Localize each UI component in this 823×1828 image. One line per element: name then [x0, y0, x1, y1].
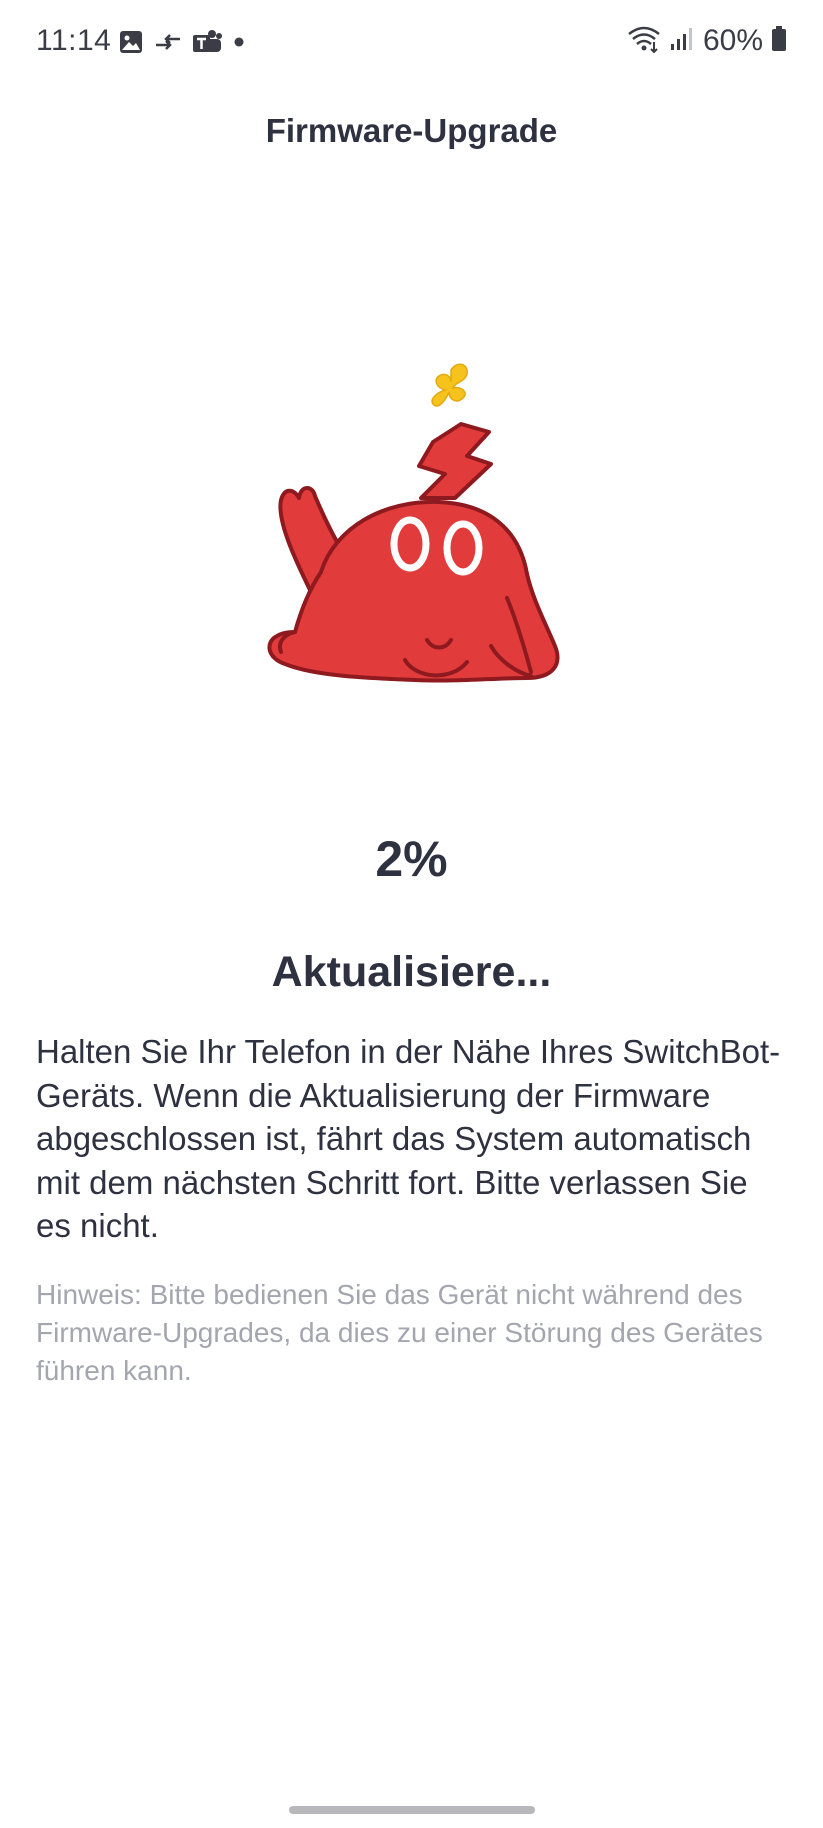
status-left-icons: [118, 28, 246, 61]
page-title: Firmware-Upgrade: [265, 112, 558, 149]
battery-percent: 60%: [702, 24, 763, 57]
battery-icon: [771, 25, 787, 58]
progress-percent: 2%: [375, 831, 448, 887]
sparkle-icon: [431, 363, 468, 407]
update-status-heading: Aktualisiere...: [271, 948, 552, 996]
switchbot-mascot-illustration: [255, 360, 575, 740]
gallery-icon: [118, 29, 144, 60]
hint-text: Hinweis: Bitte bedienen Sie das Gerät ni…: [36, 1279, 763, 1386]
status-time: 11:14: [36, 24, 112, 57]
data-transfer-icon: [154, 30, 182, 59]
status-bar: 11:14 60%: [0, 0, 823, 92]
gesture-nav-bar[interactable]: [289, 1806, 535, 1814]
status-right-icons: 60%: [627, 24, 787, 58]
wifi-icon: [627, 25, 661, 58]
instruction-text: Halten Sie Ihr Telefon in der Nähe Ihres…: [36, 1033, 781, 1244]
teams-icon: [192, 28, 222, 61]
signal-icon: [669, 26, 695, 57]
notification-dot-icon: [232, 35, 246, 54]
